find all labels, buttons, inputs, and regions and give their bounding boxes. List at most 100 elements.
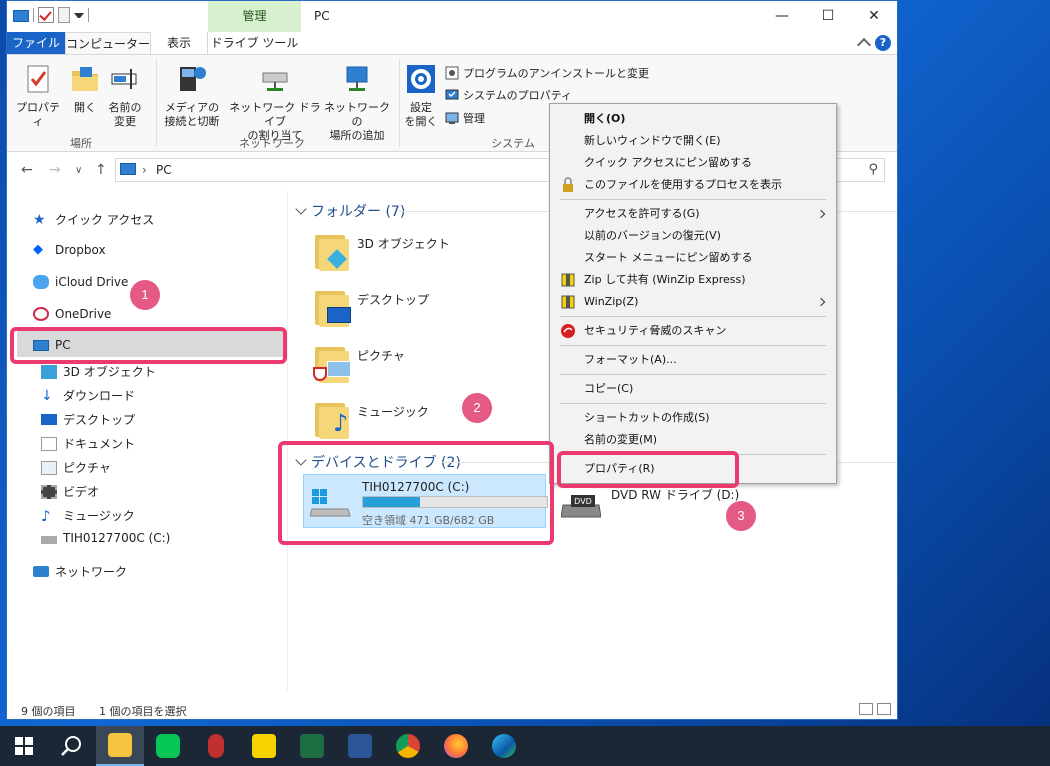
taskbar-explorer[interactable] xyxy=(96,726,144,766)
navigation-pane: ★ クイック アクセス ◆ Dropbox iCloud Drive OneDr… xyxy=(7,191,287,691)
menu-item-winzip-express[interactable]: Zip して共有 (WinZip Express) xyxy=(584,270,746,290)
breadcrumb-chevron: › xyxy=(142,163,147,177)
open-button[interactable]: 開く xyxy=(65,63,105,115)
icloud-icon xyxy=(33,275,49,289)
settings-label-2: を開く xyxy=(404,115,438,128)
menu-item-restore-versions[interactable]: 以前のバージョンの復元(V) xyxy=(584,226,721,246)
open-settings-button[interactable]: 設定 を開く xyxy=(403,63,439,129)
toolbar-divider xyxy=(88,8,89,22)
folder-desktop[interactable]: デスクトップ xyxy=(313,287,429,327)
manage-icon xyxy=(445,112,459,124)
add-network-location-button[interactable]: ネットワークの 場所の追加 xyxy=(321,63,393,143)
properties-check-icon[interactable] xyxy=(38,7,54,23)
properties-label: プロパティ xyxy=(16,101,60,128)
uninstall-programs-button[interactable]: プログラムのアンインストールと変更 xyxy=(445,65,649,81)
map-network-drive-button[interactable]: ネットワーク ドライブ の割り当て xyxy=(229,63,321,143)
taskbar-chrome[interactable] xyxy=(384,726,432,766)
taskbar-snipping[interactable] xyxy=(192,726,240,766)
dvd-drive-icon[interactable]: DVD xyxy=(561,491,601,521)
nav-item-desktop[interactable]: デスクトップ xyxy=(41,411,135,428)
menu-divider xyxy=(560,403,826,404)
menu-item-pin-start[interactable]: スタート メニューにピン留めする xyxy=(584,248,753,268)
nav-item-pictures[interactable]: ピクチャ xyxy=(41,459,111,476)
help-icon[interactable]: ? xyxy=(875,35,891,51)
folder-pictures[interactable]: ピクチャ xyxy=(313,343,405,383)
nav-item-network[interactable]: ネットワーク xyxy=(33,563,127,580)
breadcrumb-pc[interactable]: PC xyxy=(156,163,172,177)
menu-item-security-scan[interactable]: セキュリティ脅威のスキャン xyxy=(584,321,726,341)
tab-view[interactable]: 表示 xyxy=(151,32,207,54)
tab-computer[interactable]: コンピューター xyxy=(65,32,151,54)
menu-item-winzip[interactable]: WinZip(Z) xyxy=(584,292,638,312)
back-arrow-icon[interactable]: ← xyxy=(21,162,33,178)
collapse-ribbon-icon[interactable] xyxy=(856,37,872,53)
nav-item-downloads[interactable]: ↓ ダウンロード xyxy=(41,387,135,404)
pictures-icon xyxy=(41,460,57,475)
menu-item-copy[interactable]: コピー(C) xyxy=(584,379,633,399)
tab-file[interactable]: ファイル xyxy=(7,32,65,54)
menu-item-open-new-window[interactable]: 新しいウィンドウで開く(E) xyxy=(584,131,721,151)
folder-music[interactable]: ♪ ミュージック xyxy=(313,399,429,439)
taskbar-firefox[interactable] xyxy=(432,726,480,766)
media-connect-button[interactable]: メディアの 接続と切断 xyxy=(159,63,225,129)
winzip-icon xyxy=(561,273,575,287)
winzip-icon xyxy=(561,295,575,309)
system-properties-label: システムのプロパティ xyxy=(463,89,573,102)
title-bar: 管理 PC — ☐ ✕ xyxy=(7,1,897,32)
nav-item-drive-c[interactable]: TIH0127700C (C:) xyxy=(41,531,170,545)
dvd-drive-name[interactable]: DVD RW ドライブ (D:) xyxy=(611,486,739,503)
taskbar-excel[interactable] xyxy=(288,726,336,766)
details-view-icon[interactable] xyxy=(859,703,873,715)
properties-button[interactable]: プロパティ xyxy=(13,63,63,129)
menu-item-give-access[interactable]: アクセスを許可する(G) xyxy=(584,204,700,224)
chevron-down-icon[interactable] xyxy=(74,13,84,23)
up-arrow-icon[interactable]: ↑ xyxy=(95,162,107,178)
search-taskbar-button[interactable] xyxy=(48,726,96,766)
nav-item-icloud[interactable]: iCloud Drive xyxy=(33,275,128,289)
taskbar-word[interactable] xyxy=(336,726,384,766)
nav-item-quick-access[interactable]: ★ クイック アクセス xyxy=(33,211,154,228)
menu-item-rename[interactable]: 名前の変更(M) xyxy=(584,430,657,450)
map-drive-label-1: ネットワーク ドライブ xyxy=(229,101,321,128)
nav-label: ネットワーク xyxy=(55,565,128,579)
tab-drive-tools[interactable]: ドライブ ツール xyxy=(207,32,301,54)
folder-label: ピクチャ xyxy=(357,349,405,363)
manage-button[interactable]: 管理 xyxy=(445,110,485,126)
menu-item-create-shortcut[interactable]: ショートカットの作成(S) xyxy=(584,408,710,428)
menu-item-show-processes[interactable]: このファイルを使用するプロセスを表示 xyxy=(584,175,782,195)
gear-icon xyxy=(407,65,435,93)
folder-3d-objects[interactable]: 3D オブジェクト xyxy=(313,231,450,271)
nav-item-videos[interactable]: ビデオ xyxy=(41,483,99,500)
system-properties-button[interactable]: システムのプロパティ xyxy=(445,87,572,103)
taskbar-line[interactable] xyxy=(144,726,192,766)
nav-item-onedrive[interactable]: OneDrive xyxy=(33,307,111,321)
nav-item-music[interactable]: ♪ ミュージック xyxy=(41,507,135,524)
folders-header[interactable]: フォルダー (7) xyxy=(295,201,405,221)
rename-button[interactable]: 名前の 変更 xyxy=(105,63,145,129)
group-label-network: ネットワーク xyxy=(239,137,305,150)
recent-chevron-icon[interactable]: ∨ xyxy=(75,165,82,176)
taskbar-sticky-notes[interactable] xyxy=(240,726,288,766)
search-icon[interactable]: ⚲ xyxy=(868,162,878,177)
new-folder-icon[interactable] xyxy=(58,7,70,23)
nav-label: ダウンロード xyxy=(63,389,136,403)
highlight-properties xyxy=(557,451,739,488)
large-icons-view-icon[interactable] xyxy=(877,703,891,715)
close-button[interactable]: ✕ xyxy=(851,1,897,32)
music-note-icon: ♪ xyxy=(41,506,51,525)
taskbar-edge[interactable] xyxy=(480,726,528,766)
open-label: 開く xyxy=(74,101,96,114)
menu-item-pin-quick-access[interactable]: クイック アクセスにピン留めする xyxy=(584,153,752,173)
nav-item-3d-objects[interactable]: 3D オブジェクト xyxy=(41,363,156,380)
forward-arrow-icon[interactable]: → xyxy=(49,162,61,178)
maximize-button[interactable]: ☐ xyxy=(805,1,851,32)
ribbon-right-controls: ? xyxy=(856,35,891,53)
nav-item-documents[interactable]: ドキュメント xyxy=(41,435,135,452)
menu-item-format[interactable]: フォーマット(A)... xyxy=(584,350,677,370)
contextual-tab-manage[interactable]: 管理 xyxy=(208,1,301,32)
minimize-button[interactable]: — xyxy=(759,1,805,32)
nav-item-dropbox[interactable]: ◆ Dropbox xyxy=(33,243,106,258)
network-icon xyxy=(33,566,49,577)
menu-item-open[interactable]: 開く(O) xyxy=(584,109,625,129)
start-button[interactable] xyxy=(0,726,48,766)
